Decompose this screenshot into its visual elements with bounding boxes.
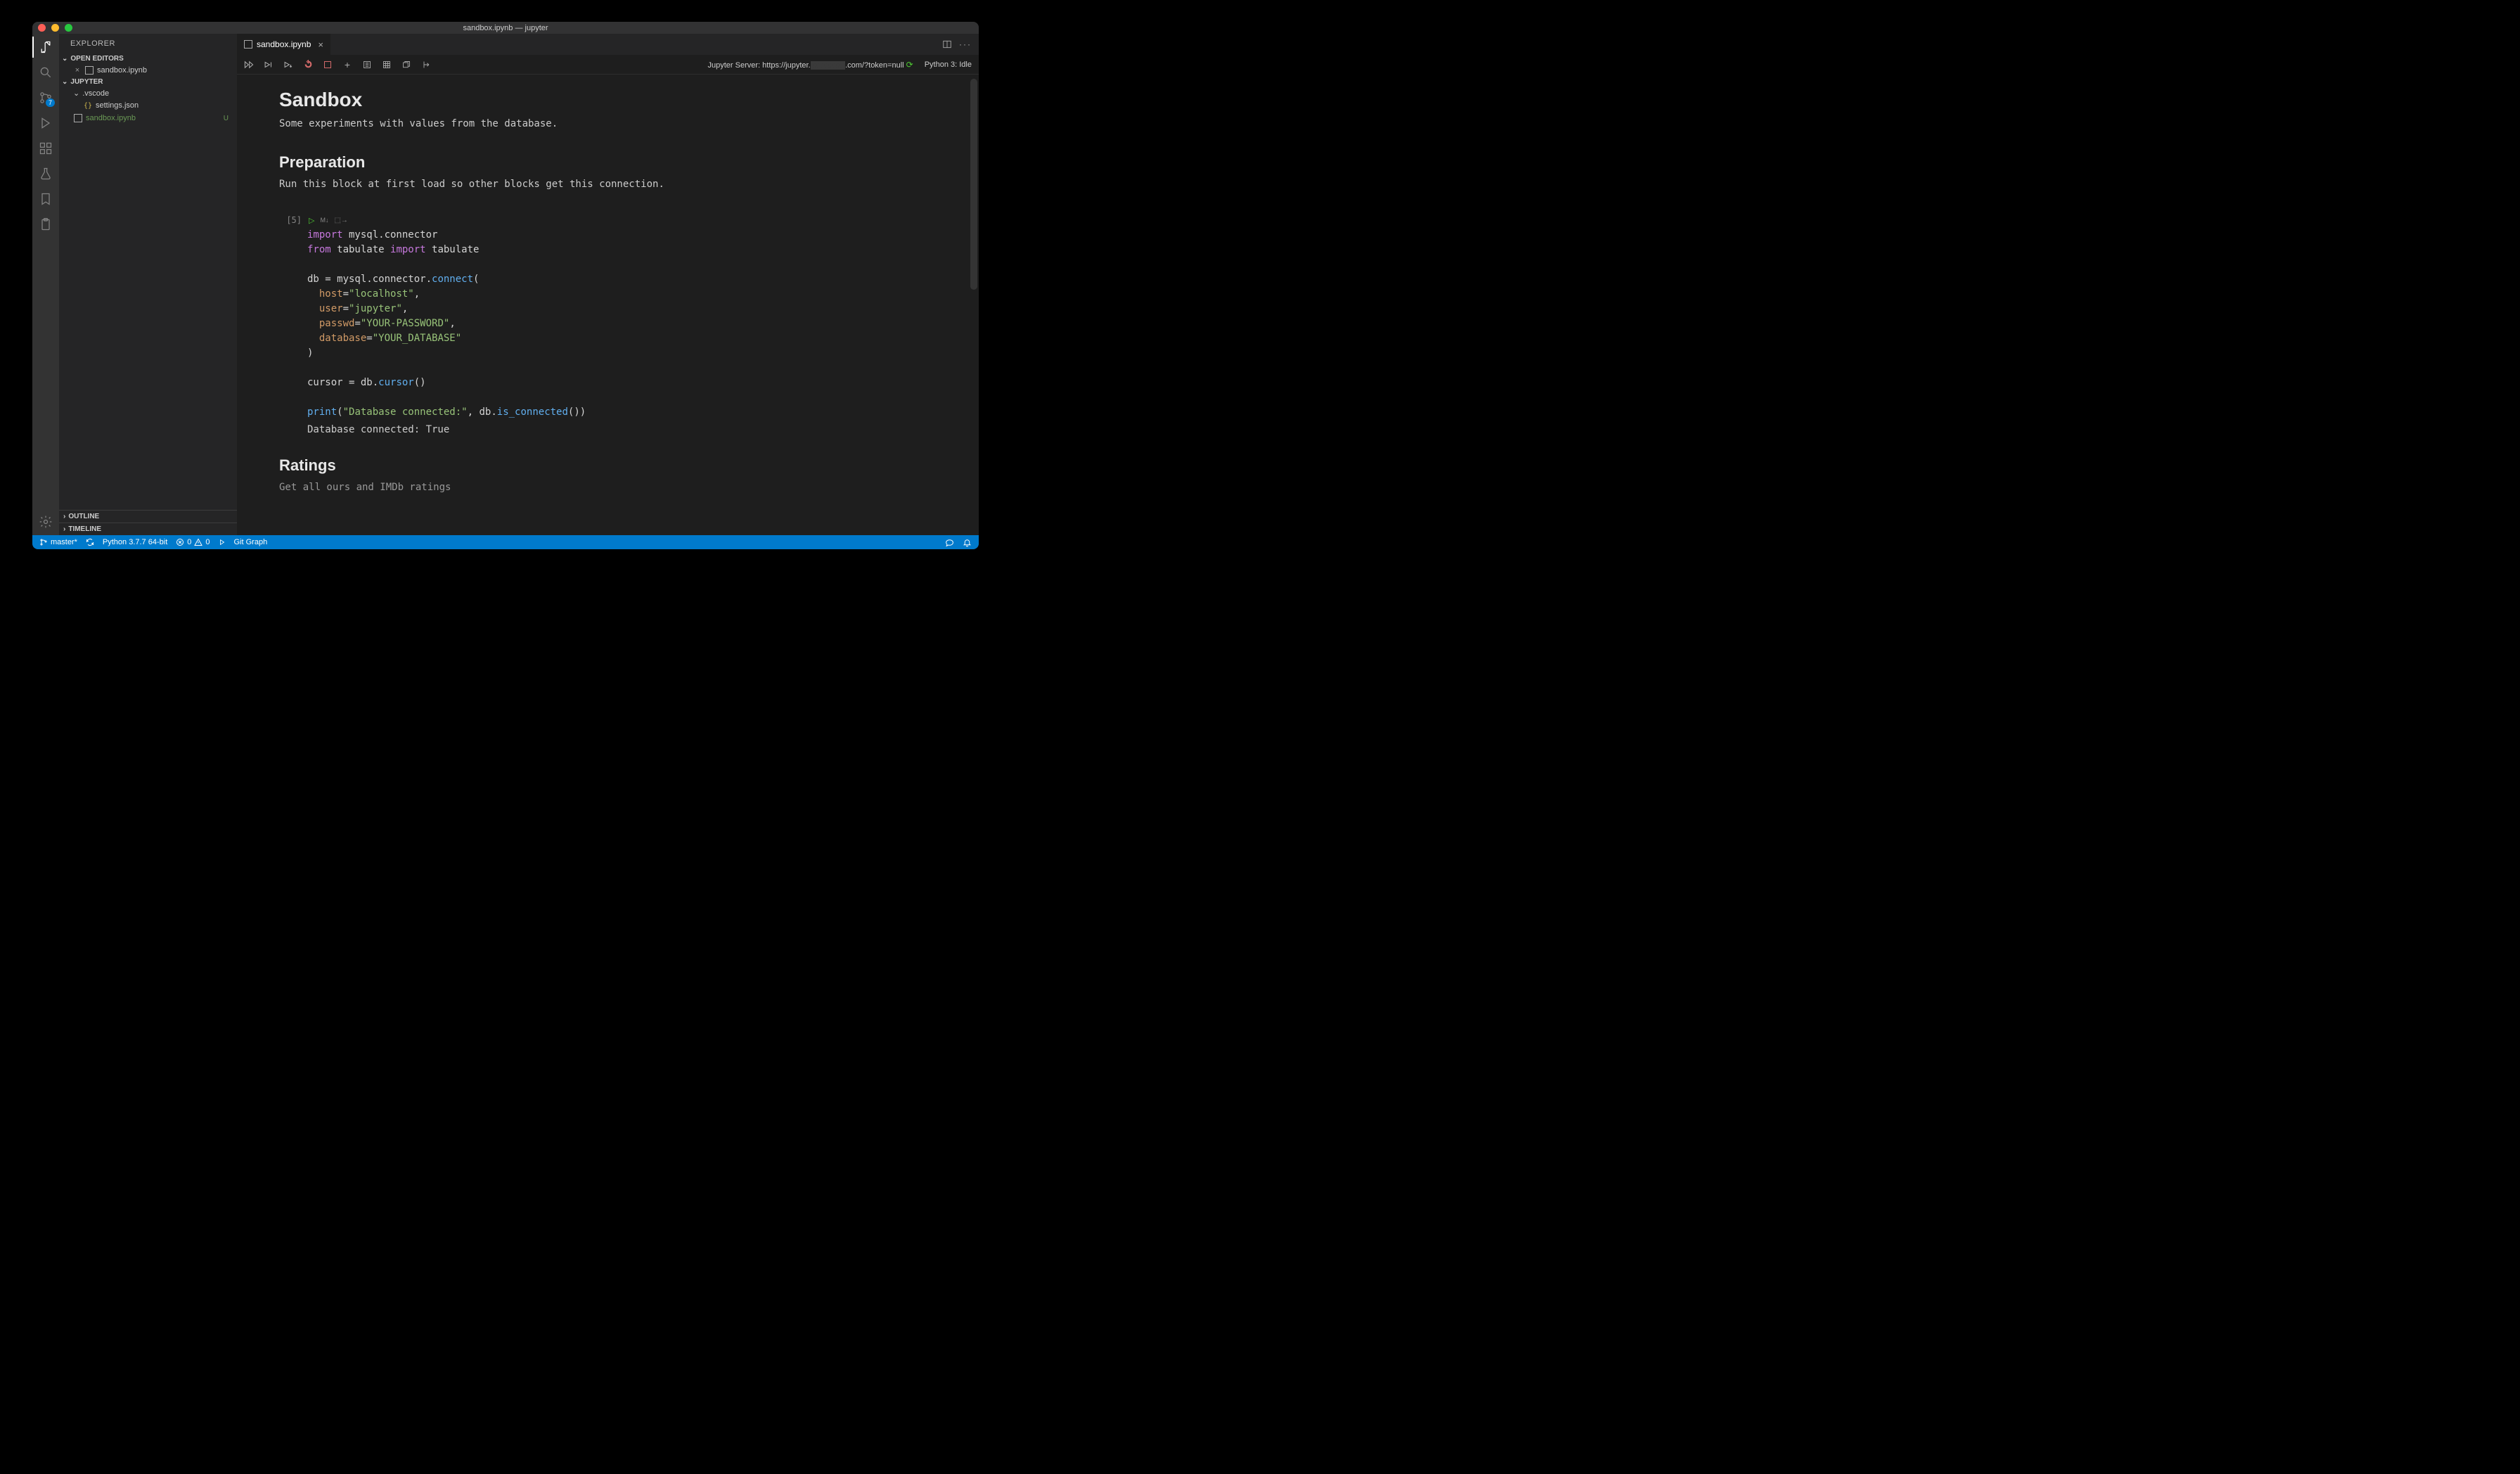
sync-icon[interactable] bbox=[86, 538, 94, 546]
search-icon[interactable] bbox=[38, 65, 53, 80]
kernel-status[interactable]: Python 3: Idle bbox=[925, 60, 972, 69]
timeline-header[interactable]: › TIMELINE bbox=[59, 523, 237, 535]
notebook-file-icon bbox=[244, 40, 252, 49]
more-actions-icon[interactable]: ··· bbox=[959, 39, 972, 49]
cell-markdown-icon[interactable]: M↓ bbox=[320, 217, 328, 224]
status-bar: master* Python 3.7.7 64-bit 0 0 Git Grap… bbox=[32, 535, 979, 549]
explorer-sidebar: EXPLORER ⌄ OPEN EDITORS × sandbox.ipynb … bbox=[59, 34, 237, 535]
toolbar-icon-3[interactable] bbox=[401, 60, 411, 70]
activity-bar: 7 bbox=[32, 34, 59, 535]
source-control-icon[interactable]: 7 bbox=[38, 90, 53, 105]
chevron-right-icon: › bbox=[63, 513, 65, 520]
window-title: sandbox.ipynb — jupyter bbox=[463, 24, 548, 32]
notebook-file-icon bbox=[84, 65, 94, 75]
jupyter-server-status[interactable]: Jupyter Server: https://jupyter.xxxxxxxx… bbox=[708, 60, 913, 70]
cell-run-by-line-icon[interactable]: ⬚→ bbox=[334, 217, 347, 224]
json-file-icon: {} bbox=[83, 101, 93, 110]
python-version-status[interactable]: Python 3.7.7 64-bit bbox=[103, 538, 167, 546]
run-above-icon[interactable] bbox=[264, 60, 274, 70]
run-debug-icon[interactable] bbox=[38, 115, 53, 131]
add-cell-icon[interactable]: + bbox=[342, 60, 352, 70]
maximize-window-button[interactable] bbox=[65, 24, 72, 32]
cell-output: Database connected: True bbox=[307, 424, 958, 435]
code-content[interactable]: import mysql.connector from tabulate imp… bbox=[307, 228, 958, 420]
toolbar-icon-1[interactable] bbox=[362, 60, 372, 70]
clipboard-icon[interactable] bbox=[38, 217, 53, 232]
workspace-header[interactable]: ⌄ JUPYTER bbox=[59, 77, 237, 87]
editor-tabs: sandbox.ipynb × ··· bbox=[237, 34, 979, 55]
problems-status[interactable]: 0 0 bbox=[176, 538, 210, 546]
chevron-down-icon: ⌄ bbox=[62, 55, 68, 63]
file-settings-json[interactable]: {} settings.json bbox=[59, 99, 237, 112]
explorer-title: EXPLORER bbox=[59, 34, 237, 53]
chevron-right-icon: › bbox=[63, 525, 65, 533]
scrollbar-thumb[interactable] bbox=[970, 79, 977, 290]
open-editor-item[interactable]: × sandbox.ipynb bbox=[59, 64, 237, 77]
restart-kernel-icon[interactable] bbox=[303, 60, 313, 70]
outline-header[interactable]: › OUTLINE bbox=[59, 510, 237, 523]
notebook-editor[interactable]: Sandbox Some experiments with values fro… bbox=[237, 75, 979, 535]
explorer-icon[interactable] bbox=[38, 39, 53, 55]
open-editors-header[interactable]: ⌄ OPEN EDITORS bbox=[59, 53, 237, 64]
notebook-toolbar: + Jupyter Server: https://jupyter.xxxxxx… bbox=[237, 55, 979, 75]
chevron-down-icon: ⌄ bbox=[62, 78, 68, 86]
cell-toolbar: ▷ M↓ ⬚→ bbox=[307, 214, 958, 226]
execution-count: [5] bbox=[279, 214, 307, 435]
editor-main: sandbox.ipynb × ··· + bbox=[237, 34, 979, 535]
close-editor-icon[interactable]: × bbox=[73, 66, 82, 75]
run-cell-icon[interactable]: ▷ bbox=[309, 216, 314, 225]
markdown-paragraph: Some experiments with values from the da… bbox=[279, 118, 958, 129]
notebook-file-icon bbox=[73, 113, 83, 123]
scm-badge: 7 bbox=[46, 98, 55, 107]
vscode-window: sandbox.ipynb — jupyter 7 bbox=[32, 22, 979, 549]
debug-start-icon[interactable] bbox=[219, 539, 226, 546]
beaker-icon[interactable] bbox=[38, 166, 53, 181]
markdown-heading-1: Sandbox bbox=[279, 89, 958, 111]
toolbar-icon-2[interactable] bbox=[382, 60, 392, 70]
titlebar: sandbox.ipynb — jupyter bbox=[32, 22, 979, 34]
close-window-button[interactable] bbox=[38, 24, 46, 32]
settings-gear-icon[interactable] bbox=[38, 514, 53, 530]
git-status-untracked: U bbox=[224, 115, 229, 122]
markdown-heading-2: Preparation bbox=[279, 153, 958, 172]
traffic-lights bbox=[38, 24, 72, 32]
markdown-paragraph: Get all ours and IMDb ratings bbox=[279, 482, 958, 493]
markdown-paragraph: Run this block at first load so other bl… bbox=[279, 179, 958, 190]
folder-vscode[interactable]: ⌄ .vscode bbox=[59, 87, 237, 99]
interrupt-kernel-icon[interactable] bbox=[323, 60, 333, 70]
code-cell[interactable]: [5] ▷ M↓ ⬚→ import mysql.connector from … bbox=[279, 214, 958, 435]
minimize-window-button[interactable] bbox=[51, 24, 59, 32]
extensions-icon[interactable] bbox=[38, 141, 53, 156]
run-all-icon[interactable] bbox=[244, 60, 254, 70]
toolbar-icon-4[interactable] bbox=[421, 60, 431, 70]
close-tab-icon[interactable]: × bbox=[318, 39, 323, 50]
chevron-down-icon: ⌄ bbox=[73, 89, 79, 98]
run-below-icon[interactable] bbox=[283, 60, 293, 70]
split-editor-icon[interactable] bbox=[942, 39, 952, 49]
tab-sandbox[interactable]: sandbox.ipynb × bbox=[237, 34, 330, 55]
server-connected-icon: ⟳ bbox=[906, 60, 913, 70]
markdown-heading-2: Ratings bbox=[279, 456, 958, 475]
git-branch-status[interactable]: master* bbox=[39, 538, 77, 546]
file-sandbox-ipynb[interactable]: sandbox.ipynb U bbox=[59, 112, 237, 124]
bookmark-icon[interactable] bbox=[38, 191, 53, 207]
notifications-icon[interactable] bbox=[963, 538, 972, 547]
feedback-icon[interactable] bbox=[945, 538, 954, 547]
git-graph-status[interactable]: Git Graph bbox=[234, 538, 268, 546]
